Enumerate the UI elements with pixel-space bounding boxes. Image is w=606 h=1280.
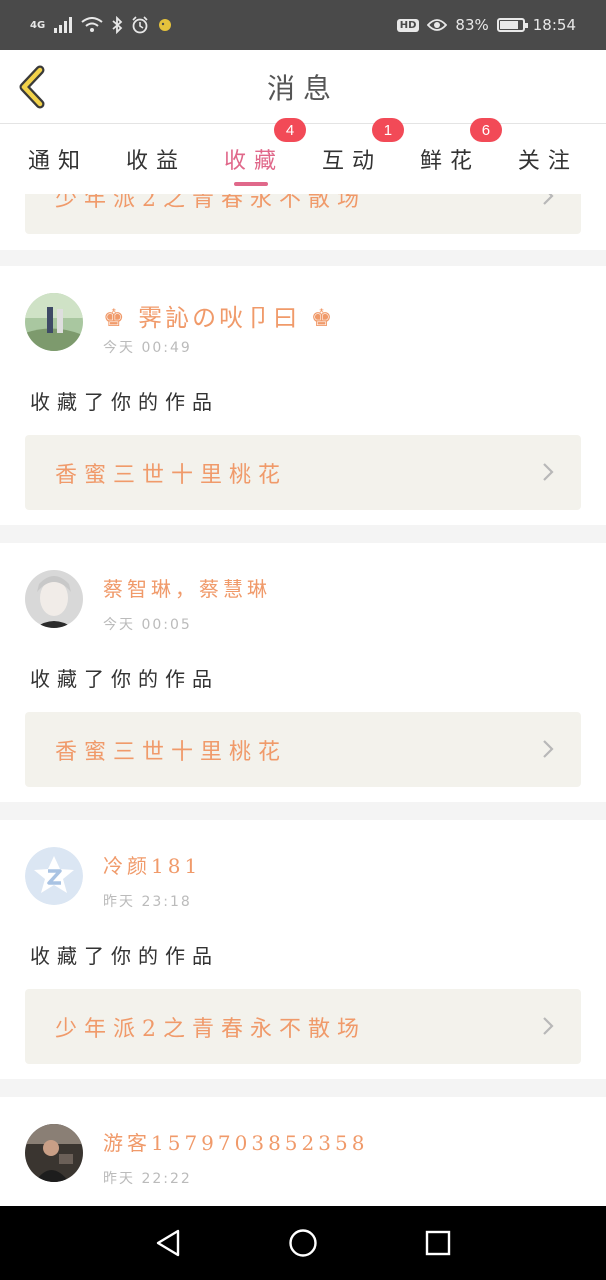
- tab-label: 互动: [321, 149, 382, 174]
- list-item: 冷颜181 昨天 23:18 收藏了你的作品 少年派2之青春永不散场: [0, 820, 606, 1079]
- triangle-back-icon: [156, 1229, 179, 1257]
- battery-percent: 83%: [455, 16, 489, 34]
- alarm-icon: [132, 16, 148, 34]
- back-button[interactable]: [14, 64, 54, 110]
- work-title: 少年派2之青春永不散场: [55, 1016, 366, 1042]
- work-title: 少年派2之青春永不散场: [55, 194, 366, 212]
- eye-comfort-icon: [427, 19, 448, 31]
- tab-earnings[interactable]: 收益: [126, 124, 186, 194]
- work-link[interactable]: 香蜜三世十里桃花: [25, 712, 581, 787]
- chevron-right-icon: [543, 740, 554, 758]
- clock: 18:54: [532, 16, 576, 34]
- tab-label: 关注: [517, 149, 578, 174]
- chevron-right-icon: [543, 1017, 554, 1035]
- user-name[interactable]: 游客1579703852358: [103, 1127, 368, 1156]
- status-bar: 4G HD 83% 18:54: [0, 0, 606, 50]
- action-text: 收藏了你的作品: [30, 390, 219, 414]
- circle-home-icon: [289, 1229, 317, 1257]
- avatar[interactable]: [25, 847, 83, 905]
- timestamp: 今天 00:49: [103, 340, 192, 356]
- battery-fill: [499, 21, 518, 29]
- tab-label: 收益: [125, 149, 186, 174]
- chevron-right-icon: [543, 194, 554, 205]
- user-name[interactable]: ♚ 霁訫の吙卩曰 ♚: [103, 298, 335, 333]
- signal-icon: [54, 17, 73, 33]
- nav-back-button[interactable]: [148, 1223, 188, 1263]
- bluetooth-icon: [112, 16, 123, 34]
- work-title: 香蜜三世十里桃花: [55, 739, 288, 765]
- timestamp: 昨天 23:18: [103, 894, 192, 910]
- battery-icon: [496, 18, 528, 32]
- user-name[interactable]: 蔡智琳，蔡慧琳: [103, 573, 271, 602]
- list-item: 游客1579703852358 昨天 22:22: [0, 1097, 606, 1206]
- tab-favorites[interactable]: 收藏 4: [223, 118, 306, 194]
- system-nav-bar: [0, 1206, 606, 1280]
- chevron-left-icon: [19, 65, 45, 109]
- unread-badge: 6: [469, 118, 502, 142]
- work-title: 香蜜三世十里桃花: [55, 462, 288, 488]
- tab-interactions[interactable]: 互动 1: [321, 118, 404, 194]
- list-item: 少年派2之青春永不散场: [0, 194, 606, 250]
- tab-bar: 通知 收益 收藏 4 互动 1 鲜花 6 关注: [0, 118, 606, 194]
- user-name[interactable]: 冷颜181: [103, 850, 201, 879]
- unread-badge: 1: [371, 118, 404, 142]
- work-link[interactable]: 少年派2之青春永不散场: [25, 989, 581, 1064]
- action-text: 收藏了你的作品: [30, 667, 219, 691]
- active-tab-indicator: [233, 182, 268, 186]
- avatar[interactable]: [25, 1124, 83, 1182]
- tab-flowers[interactable]: 鲜花 6: [419, 118, 502, 194]
- avatar[interactable]: [25, 293, 83, 351]
- tab-label: 收藏: [223, 149, 284, 174]
- status-left: 4G: [30, 16, 173, 34]
- tab-label: 鲜花: [419, 149, 480, 174]
- tab-notifications[interactable]: 通知: [28, 124, 88, 194]
- wifi-icon: [81, 17, 103, 32]
- square-recents-icon: [426, 1230, 451, 1256]
- timestamp: 今天 00:05: [103, 617, 192, 633]
- timestamp: 昨天 22:22: [103, 1171, 192, 1187]
- page-title: 消息: [266, 71, 339, 105]
- avatar[interactable]: [25, 570, 83, 628]
- network-type: 4G: [30, 19, 46, 31]
- nav-recents-button[interactable]: [418, 1223, 458, 1263]
- message-list[interactable]: 少年派2之青春永不散场 ♚ 霁訫の吙卩曰 ♚ 今天 00:49 收藏了你的作品 …: [0, 194, 606, 1206]
- action-text: 收藏了你的作品: [30, 944, 219, 968]
- tab-label: 通知: [28, 149, 89, 174]
- work-link[interactable]: 少年派2之青春永不散场: [25, 194, 581, 234]
- list-item: 蔡智琳，蔡慧琳 今天 00:05 收藏了你的作品 香蜜三世十里桃花: [0, 543, 606, 802]
- notification-app-icon: [159, 19, 172, 31]
- chevron-right-icon: [543, 463, 554, 481]
- work-link[interactable]: 香蜜三世十里桃花: [25, 435, 581, 510]
- unread-badge: 4: [273, 118, 306, 142]
- list-item: ♚ 霁訫の吙卩曰 ♚ 今天 00:49 收藏了你的作品 香蜜三世十里桃花: [0, 266, 606, 525]
- hd-badge: HD: [396, 18, 420, 32]
- tab-following[interactable]: 关注: [518, 124, 578, 194]
- app-header: 消息: [0, 50, 606, 124]
- nav-home-button[interactable]: [283, 1223, 323, 1263]
- status-right: HD 83% 18:54: [396, 16, 576, 34]
